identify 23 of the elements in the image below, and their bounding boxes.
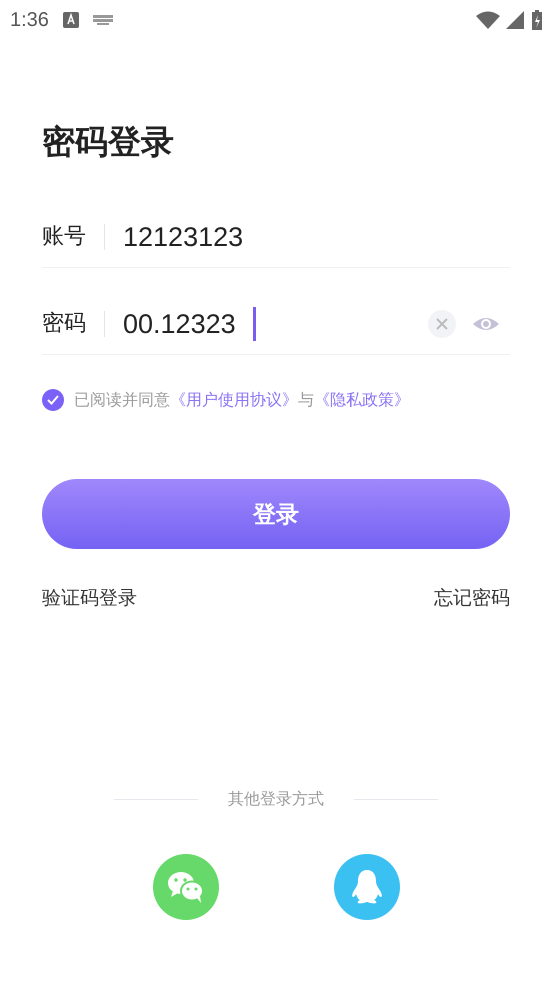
text-cursor (252, 307, 256, 341)
field-label: 账号 (42, 224, 105, 250)
account-field[interactable]: 12123123 (123, 222, 510, 252)
wifi-icon (476, 11, 500, 29)
status-time: 1:36 (10, 8, 49, 32)
page-title: 密码登录 (42, 121, 175, 163)
privacy-policy-link[interactable]: 《隐私政策》 (314, 390, 410, 408)
keyboard-icon (92, 15, 113, 25)
clear-icon[interactable] (428, 310, 456, 338)
agreement-text: 已阅读并同意《用户使用协议》与《隐私政策》 (74, 390, 410, 410)
forgot-password-link[interactable]: 忘记密码 (434, 585, 510, 611)
code-login-link[interactable]: 验证码登录 (42, 585, 137, 611)
other-login-label: 其他登录方式 (228, 789, 324, 810)
login-button[interactable]: 登录 (42, 479, 510, 549)
user-agreement-link[interactable]: 《用户使用协议》 (170, 390, 298, 408)
signal-icon (506, 11, 524, 29)
field-label: 密码 (42, 311, 105, 337)
agreement-checkbox[interactable] (42, 389, 64, 411)
battery-charging-icon (532, 10, 542, 30)
keyboard-letter-icon (62, 12, 79, 28)
password-field[interactable]: 00.12323 (123, 308, 253, 340)
penguin-icon (350, 868, 384, 906)
check-icon (47, 395, 59, 405)
